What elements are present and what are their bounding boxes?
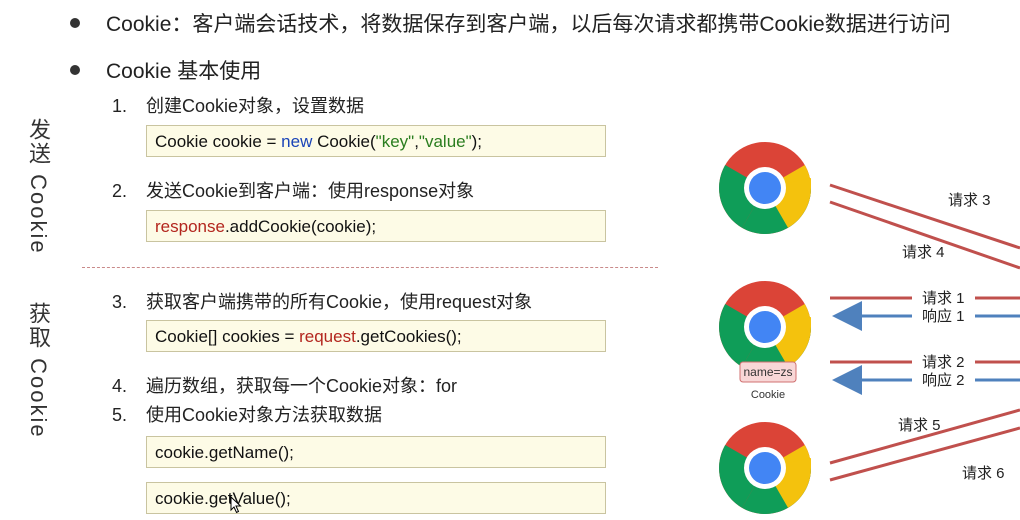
step-number: 3. [112, 292, 128, 312]
cookie-caption: Cookie [751, 389, 785, 401]
bullet-dot [70, 18, 80, 29]
response-2-label: 响应 2 [922, 371, 965, 389]
code-token: Cookie cookie = [155, 132, 282, 151]
code-string: "value" [418, 132, 472, 151]
step-5: 5. 使用Cookie对象方法获取数据 [112, 401, 382, 427]
bullet-text: Cookie 基本使用 [106, 60, 262, 83]
step-number: 5. [112, 405, 128, 425]
request-4-label: 请求 4 [902, 244, 945, 261]
cookie-flow-diagram: name=zs Cookie 请求 3 请求 4 请求 1 响应 1 请求 2 … [719, 142, 1020, 514]
browser-chrome-icon-top [719, 142, 811, 234]
step-text: 使用Cookie对象方法获取数据 [146, 405, 383, 425]
request-3-arrow [829, 183, 1020, 250]
code-token: Cookie[] cookies = [155, 327, 300, 346]
step-text: 获取客户端携带的所有Cookie，使用request对象 [146, 292, 533, 312]
request-6-label: 请求 6 [962, 465, 1005, 482]
section-divider [82, 267, 658, 268]
code-keyword: new [281, 132, 313, 151]
step-number: 4. [112, 376, 128, 396]
bullet-dot [70, 65, 80, 76]
code-token: .getCookies(); [355, 327, 462, 346]
request-1-label: 请求 1 [922, 290, 965, 307]
code-token: .addCookie(cookie); [224, 217, 377, 236]
request-3-label: 请求 3 [948, 192, 991, 209]
step-1: 1. 创建Cookie对象，设置数据 [112, 92, 364, 118]
browser-chrome-icon-middle [719, 281, 811, 373]
code-token: Cookie( [312, 132, 376, 151]
request-5-label: 请求 5 [898, 417, 941, 434]
step-text: 创建Cookie对象，设置数据 [146, 96, 365, 116]
code-token: ); [471, 132, 483, 151]
bullet-cookie-definition: Cookie：客户端会话技术，将数据保存到客户端，以后每次请求都携带Cookie… [70, 8, 951, 38]
get-cookie-side-label: 获取 Cookie [26, 302, 51, 439]
cookie-tag-text: name=zs [743, 365, 792, 379]
request-2-label: 请求 2 [922, 354, 965, 371]
step-text: 遍历数组，获取每一个Cookie对象：for [146, 376, 458, 396]
code-object: request [299, 327, 356, 346]
step-2: 2. 发送Cookie到客户端：使用response对象 [112, 177, 474, 203]
response-1-label: 响应 1 [922, 307, 965, 325]
code-get-cookies: Cookie[] cookies = request.getCookies(); [146, 320, 606, 352]
step-3: 3. 获取客户端携带的所有Cookie，使用request对象 [112, 288, 532, 314]
code-create-cookie: Cookie cookie = new Cookie("key","value"… [146, 125, 606, 157]
code-add-cookie: response.addCookie(cookie); [146, 210, 606, 242]
step-number: 1. [112, 96, 128, 116]
step-text: 发送Cookie到客户端：使用response对象 [146, 181, 475, 201]
code-object: response [155, 217, 225, 236]
mouse-cursor-icon [230, 496, 242, 514]
bullet-cookie-usage: Cookie 基本使用 [70, 55, 261, 85]
step-number: 2. [112, 181, 128, 201]
code-string: "key" [375, 132, 415, 151]
step-4: 4. 遍历数组，获取每一个Cookie对象：for [112, 372, 457, 398]
browser-chrome-icon-bottom [719, 422, 811, 514]
code-get-name: cookie.getName(); [146, 436, 606, 468]
send-cookie-side-label: 发送 Cookie [26, 118, 51, 255]
bullet-text: Cookie：客户端会话技术，将数据保存到客户端，以后每次请求都携带Cookie… [106, 13, 951, 36]
code-get-value: cookie.getValue(); [146, 482, 606, 514]
